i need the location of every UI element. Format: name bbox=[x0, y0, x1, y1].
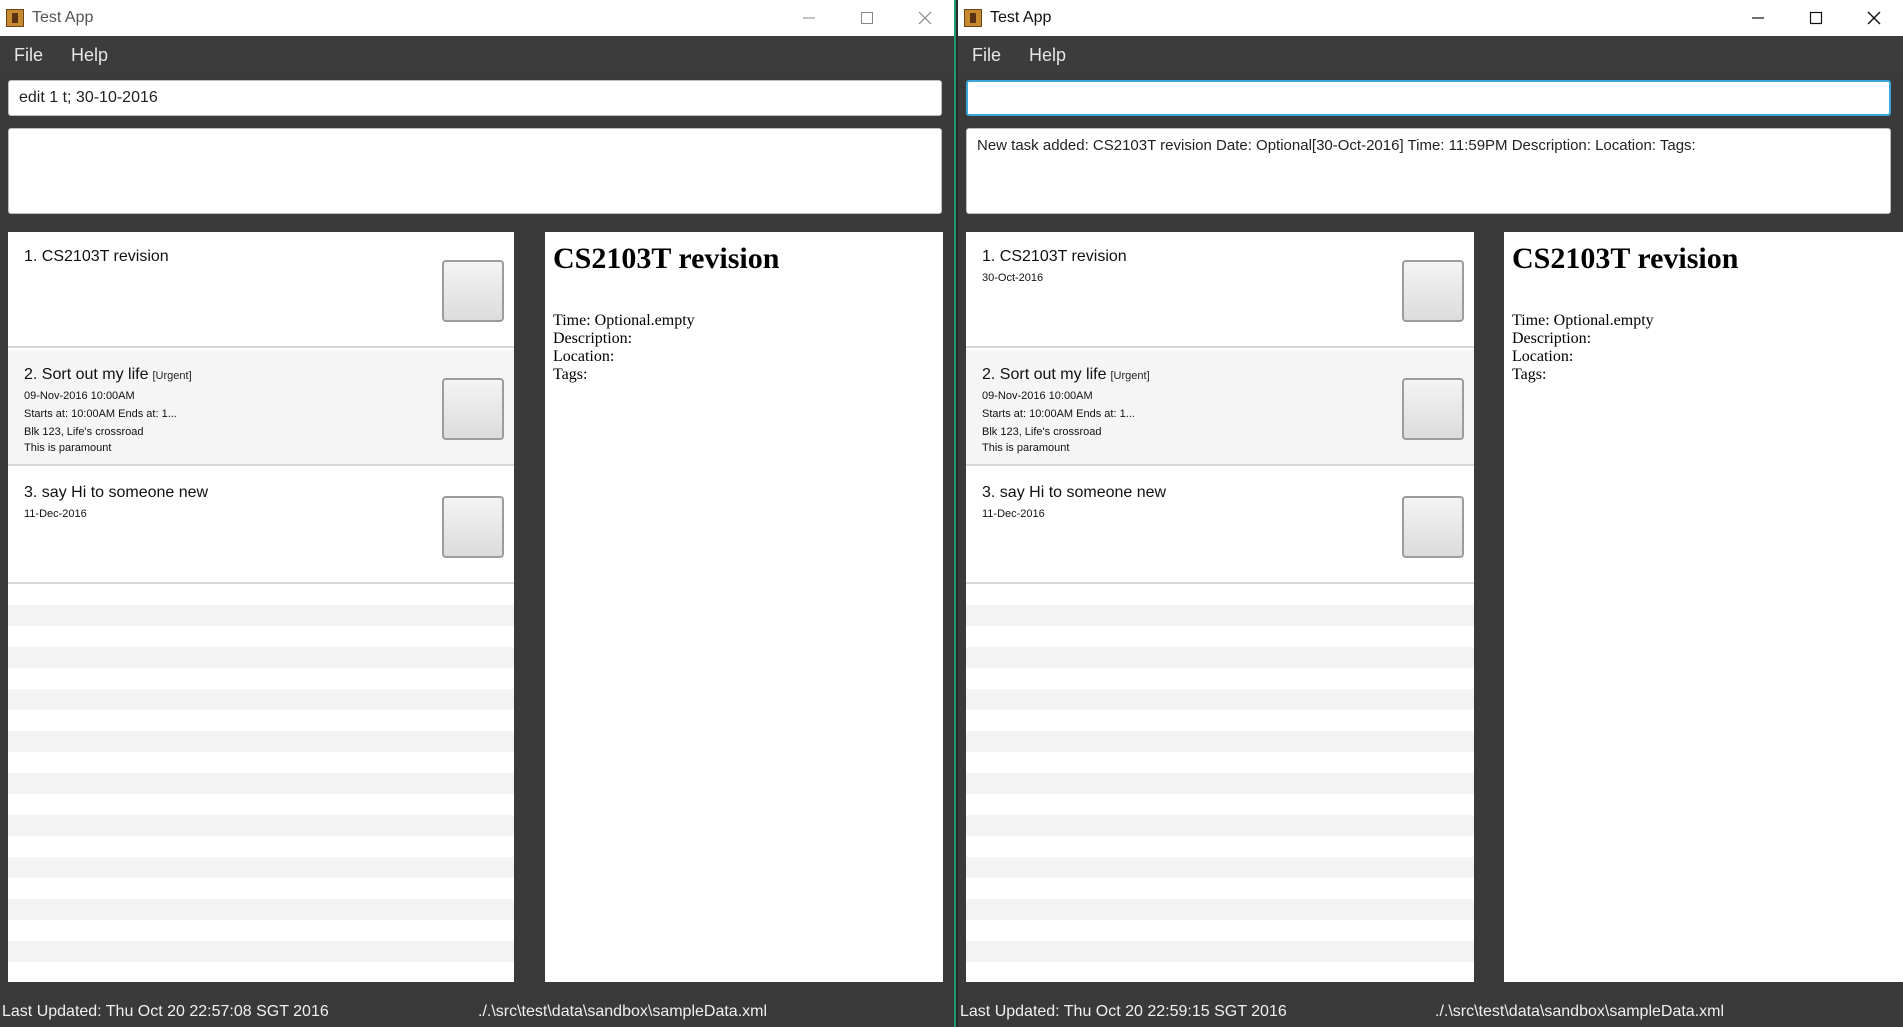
detail-title: CS2103T revision bbox=[1512, 242, 1739, 275]
task-date: 11-Dec-2016 bbox=[982, 508, 1045, 520]
menu-help[interactable]: Help bbox=[57, 45, 122, 66]
task-description: This is paramount bbox=[982, 442, 1070, 454]
task-title: 2. Sort out my life [Urgent] bbox=[24, 366, 192, 384]
task-tag: [Urgent] bbox=[1110, 370, 1150, 382]
task-location: Blk 123, Life's crossroad bbox=[24, 426, 144, 438]
task-detail-panel: CS2103T revision Time: Optional.empty De… bbox=[1504, 232, 1903, 982]
task-checkbox[interactable] bbox=[1402, 496, 1464, 558]
right-app-window: Test App File Help New task added: CS210… bbox=[958, 0, 1903, 1027]
task-time: Starts at: 10:00AM Ends at: 1... bbox=[982, 408, 1135, 420]
window-title: Test App bbox=[990, 9, 1052, 26]
task-title-text: 2. Sort out my life bbox=[982, 366, 1107, 383]
task-title: 2. Sort out my life [Urgent] bbox=[982, 366, 1150, 384]
task-card[interactable]: 2. Sort out my life [Urgent] 09-Nov-2016 … bbox=[966, 350, 1474, 466]
status-bar: Last Updated: Thu Oct 20 22:59:15 SGT 20… bbox=[958, 996, 1903, 1027]
empty-list-rows bbox=[8, 584, 514, 982]
menu-file[interactable]: File bbox=[0, 45, 57, 66]
minimize-icon[interactable] bbox=[780, 0, 838, 36]
task-time: Starts at: 10:00AM Ends at: 1... bbox=[24, 408, 177, 420]
task-card[interactable]: 1. CS2103T revision 30-Oct-2016 bbox=[966, 232, 1474, 348]
task-title: 1. CS2103T revision bbox=[982, 248, 1127, 265]
task-card[interactable]: 2. Sort out my life [Urgent] 09-Nov-2016 … bbox=[8, 350, 514, 466]
task-tag: [Urgent] bbox=[152, 370, 192, 382]
status-last-updated: Last Updated: Thu Oct 20 22:57:08 SGT 20… bbox=[2, 1002, 329, 1020]
detail-location: Location: bbox=[553, 348, 615, 365]
task-date: 11-Dec-2016 bbox=[24, 508, 87, 520]
status-file-path: ./.\src\test\data\sandbox\sampleData.xml bbox=[478, 1002, 768, 1020]
task-checkbox[interactable] bbox=[1402, 378, 1464, 440]
detail-time: Time: Optional.empty bbox=[1512, 312, 1654, 329]
task-date: 09-Nov-2016 10:00AM bbox=[24, 390, 135, 402]
title-bar[interactable]: Test App bbox=[0, 0, 954, 36]
result-display: New task added: CS2103T revision Date: O… bbox=[966, 128, 1891, 214]
status-file-path: ./.\src\test\data\sandbox\sampleData.xml bbox=[1435, 1002, 1725, 1020]
minimize-icon[interactable] bbox=[1729, 0, 1787, 36]
window-controls bbox=[780, 0, 954, 36]
window-controls bbox=[1729, 0, 1903, 36]
window-title: Test App bbox=[32, 9, 94, 26]
task-card[interactable]: 3. say Hi to someone new 11-Dec-2016 bbox=[8, 468, 514, 584]
task-title: 1. CS2103T revision bbox=[24, 248, 169, 265]
result-display bbox=[8, 128, 942, 214]
menu-file[interactable]: File bbox=[958, 45, 1015, 66]
menu-bar: File Help bbox=[958, 36, 1903, 74]
left-app-window: Test App File Help 1. CS2103T revision 2… bbox=[0, 0, 954, 1027]
task-list[interactable]: 1. CS2103T revision 2. Sort out my life[… bbox=[8, 232, 514, 982]
task-card[interactable]: 3. say Hi to someone new 11-Dec-2016 bbox=[966, 468, 1474, 584]
menu-help[interactable]: Help bbox=[1015, 45, 1080, 66]
task-detail-panel: CS2103T revision Time: Optional.empty De… bbox=[545, 232, 943, 982]
task-description: This is paramount bbox=[24, 442, 112, 454]
app-icon bbox=[6, 9, 24, 27]
task-location: Blk 123, Life's crossroad bbox=[982, 426, 1102, 438]
close-icon[interactable] bbox=[896, 0, 954, 36]
menu-bar: File Help bbox=[0, 36, 954, 74]
maximize-icon[interactable] bbox=[838, 0, 896, 36]
detail-description: Description: bbox=[1512, 330, 1592, 347]
task-checkbox[interactable] bbox=[442, 496, 504, 558]
close-icon[interactable] bbox=[1845, 0, 1903, 36]
detail-tags: Tags: bbox=[1512, 366, 1547, 383]
task-checkbox[interactable] bbox=[442, 260, 504, 322]
empty-list-rows bbox=[966, 584, 1474, 982]
task-checkbox[interactable] bbox=[442, 378, 504, 440]
task-card[interactable]: 1. CS2103T revision bbox=[8, 232, 514, 348]
detail-tags: Tags: bbox=[553, 366, 588, 383]
task-title: 3. say Hi to someone new bbox=[982, 484, 1167, 501]
status-last-updated: Last Updated: Thu Oct 20 22:59:15 SGT 20… bbox=[960, 1002, 1287, 1020]
detail-description: Description: bbox=[553, 330, 633, 347]
detail-time: Time: Optional.empty bbox=[553, 312, 695, 329]
status-bar: Last Updated: Thu Oct 20 22:57:08 SGT 20… bbox=[0, 996, 954, 1027]
command-input[interactable] bbox=[8, 80, 942, 116]
task-date: 09-Nov-2016 10:00AM bbox=[982, 390, 1093, 402]
task-checkbox[interactable] bbox=[1402, 260, 1464, 322]
detail-title: CS2103T revision bbox=[553, 242, 780, 275]
app-icon bbox=[964, 9, 982, 27]
task-list[interactable]: 1. CS2103T revision 30-Oct-2016 2. Sort … bbox=[966, 232, 1474, 982]
title-bar[interactable]: Test App bbox=[958, 0, 1903, 36]
maximize-icon[interactable] bbox=[1787, 0, 1845, 36]
task-title-text: 2. Sort out my life bbox=[24, 366, 149, 383]
task-title: 3. say Hi to someone new bbox=[24, 484, 209, 501]
detail-location: Location: bbox=[1512, 348, 1574, 365]
command-input[interactable] bbox=[966, 80, 1891, 116]
task-date: 30-Oct-2016 bbox=[982, 272, 1044, 284]
